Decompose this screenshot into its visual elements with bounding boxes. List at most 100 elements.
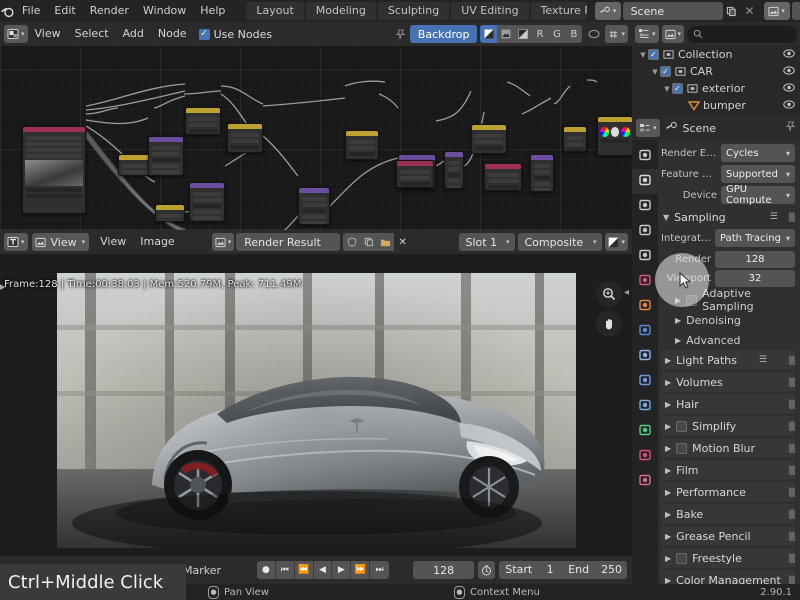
- preset-list-icon[interactable]: ☰: [759, 355, 767, 365]
- render-panel-light-paths[interactable]: ▶ Light Paths ☰ ▒: [661, 350, 795, 370]
- mix-node-1[interactable]: [148, 136, 184, 176]
- channel-color-alpha-icon[interactable]: [480, 25, 498, 43]
- jump-start-icon[interactable]: ⏮: [275, 561, 295, 579]
- backdrop-toggle[interactable]: Backdrop: [409, 25, 478, 43]
- snap-icon[interactable]: ▾: [605, 25, 628, 43]
- glare-node[interactable]: [155, 204, 185, 222]
- menu-file[interactable]: File: [15, 0, 47, 22]
- workspace-tab-layout[interactable]: Layout: [246, 2, 304, 20]
- visibility-eye-icon[interactable]: [783, 99, 795, 112]
- preset-list-icon[interactable]: ☰: [770, 212, 778, 222]
- render-engine-dropdown[interactable]: Cycles ▾: [721, 144, 795, 162]
- outliner-row[interactable]: ▼ ✓ exterior: [632, 80, 800, 97]
- outliner-row[interactable]: ▼ ✓ CAR: [632, 63, 800, 80]
- visibility-eye-icon[interactable]: [783, 48, 795, 61]
- outliner-row[interactable]: ▼ ✓ Collection: [632, 46, 800, 63]
- auto-key-icon[interactable]: [478, 561, 496, 579]
- unlink-image-icon[interactable]: ✕: [394, 233, 411, 251]
- new-scene-icon[interactable]: [723, 2, 741, 20]
- image-name-field[interactable]: Render Result: [236, 233, 341, 251]
- channel-g-button[interactable]: G: [548, 25, 566, 43]
- render-slot-dropdown[interactable]: Slot 1 ▾: [459, 233, 516, 251]
- search-input[interactable]: [687, 25, 797, 43]
- unlink-scene-icon[interactable]: ✕: [741, 2, 759, 20]
- channel-color-icon[interactable]: [497, 25, 515, 43]
- properties-tab-constraints[interactable]: [632, 394, 658, 419]
- composite-node[interactable]: [563, 126, 587, 152]
- visibility-eye-icon[interactable]: [783, 65, 795, 78]
- workspace-tab-uv-editing[interactable]: UV Editing: [451, 2, 529, 20]
- render-panel-motion-blur[interactable]: ▶ Motion Blur ▒: [661, 438, 795, 458]
- image-editor-type-icon[interactable]: ▾: [4, 233, 28, 251]
- scene-name[interactable]: Scene: [622, 2, 723, 20]
- start-value[interactable]: 1: [538, 561, 562, 579]
- panel-checkbox[interactable]: [676, 420, 688, 432]
- channel-r-button[interactable]: R: [531, 25, 549, 43]
- folder-icon[interactable]: [377, 233, 395, 251]
- sampling-subpanel[interactable]: ▶ Adaptive Sampling: [661, 287, 795, 313]
- viewer-node[interactable]: [298, 187, 330, 225]
- exclude-checkbox[interactable]: ✓: [660, 66, 671, 77]
- expander-icon[interactable]: ▼: [650, 68, 660, 76]
- properties-tab-strip[interactable]: [632, 140, 658, 584]
- menu-edit[interactable]: Edit: [47, 0, 82, 22]
- properties-tab-particles[interactable]: [632, 344, 658, 369]
- workspace-tab-modeling[interactable]: Modeling: [305, 2, 376, 20]
- properties-tab-object[interactable]: [632, 294, 658, 319]
- use-nodes-toggle[interactable]: ✓ Use Nodes: [194, 28, 278, 41]
- view-layer-name[interactable]: View Layer: [791, 2, 800, 20]
- shield-icon[interactable]: [343, 233, 361, 251]
- render-panel-bake[interactable]: ▶ Bake ▒: [661, 504, 795, 524]
- panel-checkbox[interactable]: [686, 294, 698, 306]
- menu-help[interactable]: Help: [193, 0, 232, 22]
- rgb-curves-node[interactable]: [471, 124, 507, 154]
- outliner-display-icon[interactable]: ▾: [635, 25, 659, 43]
- tonemap-node[interactable]: [484, 163, 522, 191]
- render-samples-field[interactable]: 128: [715, 250, 795, 268]
- expander-icon[interactable]: ▼: [638, 51, 648, 59]
- sidebar-expand-icon[interactable]: ◂: [624, 287, 629, 298]
- properties-tab-modifiers[interactable]: [632, 319, 658, 344]
- integrator-dropdown[interactable]: Path Tracing ▾: [715, 229, 795, 247]
- device-dropdown[interactable]: GPU Compute ▾: [721, 184, 795, 206]
- properties-tab-view-layer[interactable]: [632, 219, 658, 244]
- scene-icon[interactable]: ▾: [594, 2, 621, 20]
- properties-tab-data[interactable]: [632, 419, 658, 444]
- next-keyframe-icon[interactable]: ⏩: [351, 561, 371, 579]
- blender-logo-icon[interactable]: [0, 0, 15, 22]
- panel-checkbox[interactable]: [676, 442, 688, 454]
- render-panel-freestyle[interactable]: ▶ Freestyle ▒: [661, 548, 795, 568]
- image-menu-view[interactable]: View: [93, 233, 133, 251]
- editor-type-icon[interactable]: ▾: [4, 25, 28, 43]
- filter-node[interactable]: [444, 151, 464, 189]
- render-panel-performance[interactable]: ▶ Performance ▒: [661, 482, 795, 502]
- record-icon[interactable]: ●: [257, 561, 276, 579]
- sampling-subpanel[interactable]: ▶ Denoising: [661, 310, 795, 330]
- render-panel-volumes[interactable]: ▶ Volumes ▒: [661, 372, 795, 392]
- current-frame-field[interactable]: 128: [412, 561, 475, 579]
- image-data-icon[interactable]: ▾: [211, 233, 235, 251]
- workspace-tab-sculpting[interactable]: Sculpting: [377, 2, 450, 20]
- filter-icon[interactable]: ▾: [661, 25, 685, 43]
- render-pass-dropdown[interactable]: Composite ▾: [518, 233, 603, 251]
- node-menu-select[interactable]: Select: [68, 25, 116, 43]
- properties-tab-scene[interactable]: [632, 244, 658, 269]
- properties-editor-icon[interactable]: ▾: [636, 119, 660, 137]
- sampling-panel-header[interactable]: ▼ Sampling ☰ ▒: [661, 207, 795, 227]
- node-menu-add[interactable]: Add: [116, 25, 151, 43]
- expander-icon[interactable]: ▼: [662, 85, 672, 93]
- mix-node-4[interactable]: [530, 154, 554, 192]
- timeline-marker-menu[interactable]: Marker: [183, 564, 221, 577]
- view-layer-icon[interactable]: ▾: [763, 2, 790, 20]
- sampling-subpanel[interactable]: ▶ Advanced: [661, 330, 795, 350]
- node-menu-node[interactable]: Node: [151, 25, 194, 43]
- menu-render[interactable]: Render: [83, 0, 136, 22]
- new-image-icon[interactable]: [360, 233, 378, 251]
- pan-icon[interactable]: [596, 311, 622, 337]
- properties-tab-physics[interactable]: [632, 369, 658, 394]
- color-node-1[interactable]: [185, 107, 221, 135]
- prev-keyframe-icon[interactable]: ⏪: [294, 561, 314, 579]
- channel-alpha-icon[interactable]: [514, 25, 532, 43]
- outliner-row[interactable]: bumper: [632, 97, 800, 114]
- color-node-2[interactable]: [227, 123, 263, 153]
